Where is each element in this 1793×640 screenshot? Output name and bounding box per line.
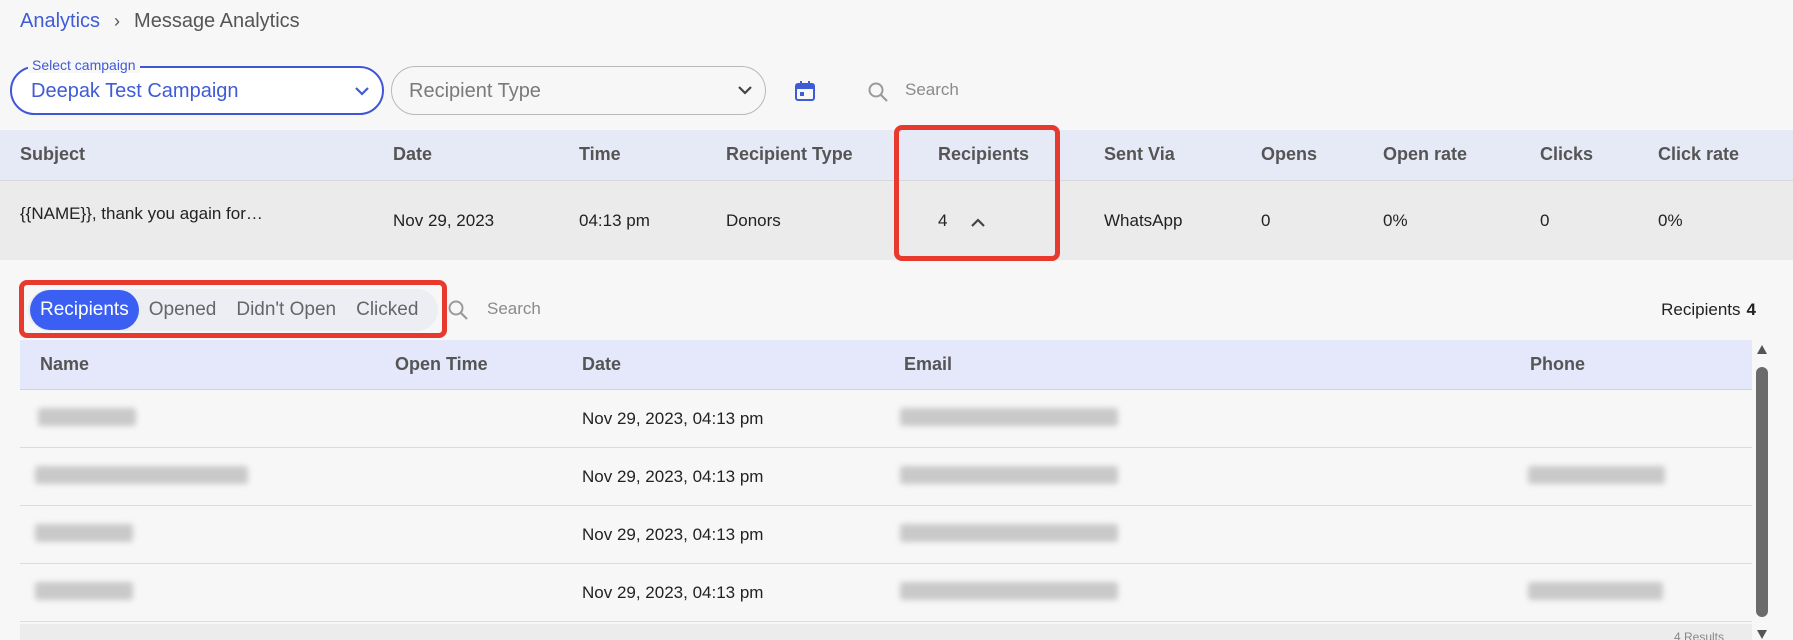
redacted-email bbox=[900, 524, 1118, 542]
recipient-type-select[interactable]: Recipient Type bbox=[391, 66, 766, 115]
column-header-email[interactable]: Email bbox=[904, 354, 952, 375]
column-header-name[interactable]: Name bbox=[40, 354, 89, 375]
table-row[interactable]: Nov 29, 2023, 04:13 pm bbox=[20, 390, 1752, 448]
column-header-recipient-type[interactable]: Recipient Type bbox=[726, 144, 853, 165]
scrollbar[interactable] bbox=[1756, 345, 1768, 640]
redacted-name bbox=[35, 466, 248, 484]
tab-recipients[interactable]: Recipients bbox=[30, 290, 139, 330]
redacted-email bbox=[900, 408, 1118, 426]
table-header: Subject Date Time Recipient Type Recipie… bbox=[0, 130, 1793, 180]
column-header-date[interactable]: Date bbox=[393, 144, 432, 165]
column-header-clicks[interactable]: Clicks bbox=[1540, 144, 1593, 165]
campaign-select-value: Deepak Test Campaign bbox=[31, 80, 239, 102]
column-header-phone[interactable]: Phone bbox=[1530, 354, 1585, 375]
tab-opened[interactable]: Opened bbox=[139, 290, 227, 330]
column-header-sent-via[interactable]: Sent Via bbox=[1104, 144, 1175, 165]
cell-sent-via: WhatsApp bbox=[1104, 211, 1183, 230]
scroll-up-arrow-icon[interactable] bbox=[1757, 345, 1767, 354]
column-header-time[interactable]: Time bbox=[579, 144, 621, 165]
chevron-down-icon bbox=[738, 86, 752, 95]
calendar-icon[interactable] bbox=[793, 79, 817, 103]
cell-date: Nov 29, 2023, 04:13 pm bbox=[582, 583, 764, 602]
tab-clicked[interactable]: Clicked bbox=[346, 290, 428, 330]
column-header-opens[interactable]: Opens bbox=[1261, 144, 1317, 165]
cell-open-rate: 0% bbox=[1383, 211, 1408, 230]
scrollbar-thumb[interactable] bbox=[1756, 367, 1768, 617]
redacted-phone bbox=[1528, 582, 1663, 600]
redacted-name bbox=[35, 582, 133, 600]
search-icon bbox=[868, 82, 888, 102]
cell-date: Nov 29, 2023 bbox=[393, 211, 495, 230]
cell-opens: 0 bbox=[1261, 211, 1271, 230]
redacted-name bbox=[35, 524, 133, 542]
table-row[interactable]: {{NAME}}, thank you again for… Nov 29, 2… bbox=[0, 180, 1793, 260]
column-header-recipients[interactable]: Recipients bbox=[938, 144, 1029, 165]
scroll-down-arrow-icon[interactable] bbox=[1757, 630, 1767, 639]
table-row[interactable]: Nov 29, 2023, 04:13 pm bbox=[20, 506, 1752, 564]
recipients-table: Name Open Time Date Email Phone Nov 29, … bbox=[20, 340, 1752, 622]
cell-recipient-type: Donors bbox=[726, 211, 781, 230]
recipients-count: Recipients 4 bbox=[1661, 300, 1756, 320]
tab-didnt-open[interactable]: Didn't Open bbox=[226, 290, 346, 330]
redacted-phone bbox=[1528, 466, 1665, 484]
column-header-open-time[interactable]: Open Time bbox=[395, 354, 488, 375]
column-header-date[interactable]: Date bbox=[582, 354, 621, 375]
message-analytics-table: Subject Date Time Recipient Type Recipie… bbox=[0, 130, 1793, 260]
recipients-count-label: Recipients bbox=[1661, 300, 1741, 319]
breadcrumb-analytics-link[interactable]: Analytics bbox=[20, 10, 100, 33]
column-header-open-rate[interactable]: Open rate bbox=[1383, 144, 1467, 165]
cell-date: Nov 29, 2023, 04:13 pm bbox=[582, 467, 764, 486]
table-row[interactable]: Nov 29, 2023, 04:13 pm bbox=[20, 448, 1752, 506]
table-row[interactable]: Nov 29, 2023, 04:13 pm bbox=[20, 564, 1752, 622]
redacted-email bbox=[900, 582, 1118, 600]
cell-click-rate: 0% bbox=[1658, 211, 1683, 230]
chevron-up-icon[interactable] bbox=[968, 214, 988, 232]
column-header-subject[interactable]: Subject bbox=[20, 144, 85, 165]
cell-subject: {{NAME}}, thank you again for… bbox=[20, 204, 263, 223]
recipients-count-value: 4 bbox=[1746, 300, 1756, 319]
table-footer: 4 Results bbox=[20, 624, 1752, 640]
cell-recipients: 4 bbox=[938, 211, 948, 230]
recipient-type-placeholder: Recipient Type bbox=[409, 80, 541, 102]
cell-date: Nov 29, 2023, 04:13 pm bbox=[582, 409, 764, 428]
redacted-email bbox=[900, 466, 1118, 484]
cell-clicks: 0 bbox=[1540, 211, 1550, 230]
breadcrumb-current: Message Analytics bbox=[134, 10, 300, 32]
search-input[interactable] bbox=[905, 80, 1155, 100]
cell-time: 04:13 pm bbox=[579, 211, 650, 230]
recipient-filter-tabs: Recipients Opened Didn't Open Clicked bbox=[28, 289, 438, 331]
column-header-click-rate[interactable]: Click rate bbox=[1658, 144, 1739, 165]
redacted-name bbox=[38, 408, 136, 426]
search-icon bbox=[448, 300, 468, 320]
campaign-select-label: Select campaign bbox=[28, 57, 140, 73]
table-header: Name Open Time Date Email Phone bbox=[20, 340, 1752, 390]
results-count: 4 Results bbox=[1673, 630, 1724, 640]
campaign-select[interactable]: Select campaign Deepak Test Campaign bbox=[10, 57, 384, 115]
breadcrumb: Analytics › Message Analytics bbox=[20, 10, 300, 33]
recipients-search-input[interactable] bbox=[487, 299, 687, 319]
chevron-down-icon bbox=[355, 87, 369, 96]
cell-date: Nov 29, 2023, 04:13 pm bbox=[582, 525, 764, 544]
breadcrumb-separator-icon: › bbox=[114, 11, 121, 31]
